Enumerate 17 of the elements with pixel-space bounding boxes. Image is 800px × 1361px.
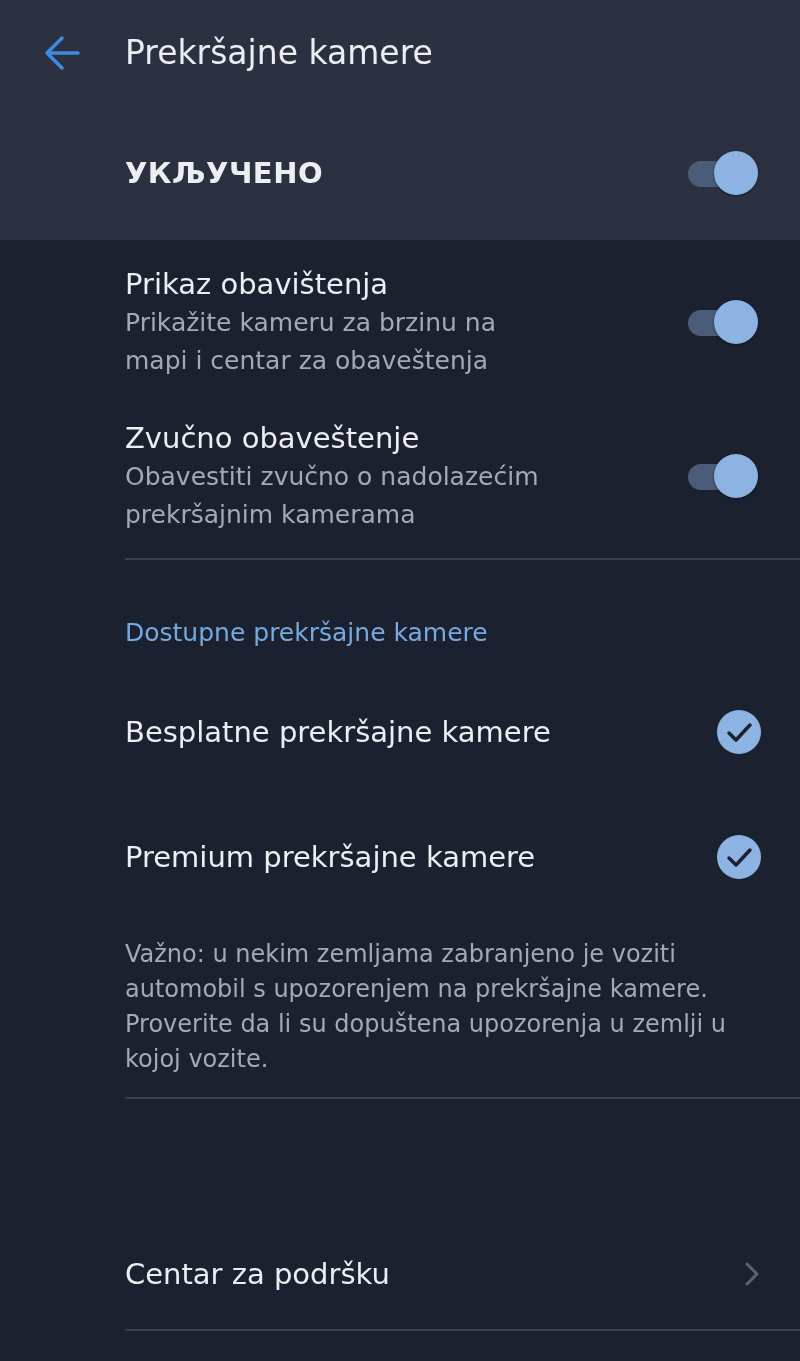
toggle-switch[interactable] (686, 150, 758, 195)
setting-description: Prikažite kameru za brzinu na mapi i centar za obaveštenja (125, 307, 497, 377)
setting-title: Prikaz obavištenja (125, 266, 390, 303)
screen-title: Prekršajne kamere (125, 33, 433, 72)
warning-note: Važno: u nekim zemljama zabranjeno je voziti automobil s upozorenjem na prekršajne kamere. Proverite da li su dopuštena upozorenja u zemlji u kojoj vozite. (125, 939, 727, 1075)
toggle-switch[interactable] (686, 454, 758, 498)
toggle-switch[interactable] (686, 300, 758, 344)
support-link[interactable]: Centar za podršku (125, 1219, 800, 1329)
chevron-right-icon (744, 1261, 760, 1287)
option-label: Besplatne prekršajne kamere (125, 714, 551, 749)
section-heading: Dostupne prekršajne kamere (125, 617, 489, 649)
setting-title: Zvučno obaveštenje (125, 420, 421, 457)
checkbox[interactable] (716, 833, 762, 880)
checkbox[interactable] (716, 708, 762, 755)
master-switch-label: УКЉУЧЕНО (125, 155, 324, 190)
setting-description: Obavestiti zvučno o nadolazećim prekršajnim kamerama (125, 461, 540, 531)
option-label: Premium prekršajne kamere (125, 839, 536, 874)
